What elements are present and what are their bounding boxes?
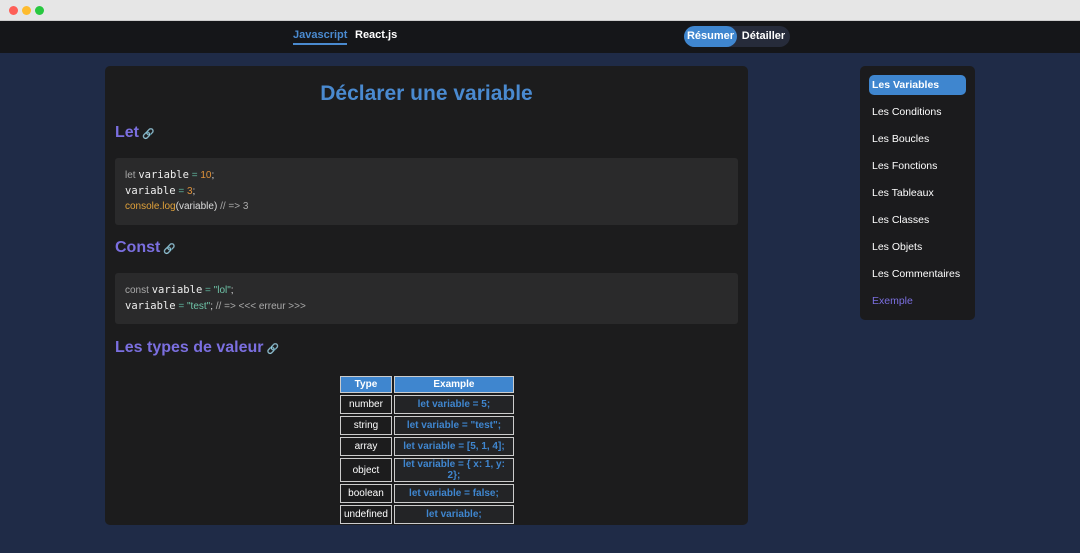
sidebar-item-boucles[interactable]: Les Boucles [869, 129, 966, 149]
code-comment: // => <<< erreur >>> [215, 300, 306, 312]
section-heading-let: Let 🔗 [115, 124, 154, 142]
heading-text: Const [115, 239, 161, 256]
example-cell: let variable = "test"; [393, 416, 514, 435]
code-token: ; [192, 185, 196, 197]
heading-text: Les types de valeur [115, 339, 264, 356]
heading-text: Let [115, 124, 139, 141]
type-cell: string [340, 416, 392, 435]
link-icon[interactable]: 🔗 [267, 344, 279, 355]
column-header: Example [393, 376, 514, 393]
code-token: = [178, 185, 185, 197]
page-title: Déclarer une variable [320, 82, 533, 105]
sidebar-item-classes[interactable]: Les Classes [869, 210, 966, 230]
type-cell: array [340, 437, 392, 456]
code-token: (variable) [175, 201, 218, 212]
table-row: array let variable = [5, 1, 4]; [340, 437, 514, 456]
code-token: ; [211, 170, 215, 181]
code-token: variable [138, 169, 189, 181]
type-cell: boolean [340, 484, 392, 503]
link-icon[interactable]: 🔗 [163, 244, 175, 255]
example-cell: let variable = 5; [393, 395, 514, 414]
close-window-button[interactable] [9, 6, 18, 15]
code-token: console. [125, 201, 163, 212]
maximize-window-button[interactable] [35, 6, 44, 15]
link-icon[interactable]: 🔗 [142, 129, 154, 140]
section-heading-types: Les types de valeur 🔗 [115, 339, 279, 357]
code-token: "lol" [213, 285, 231, 296]
resumer-button[interactable]: Résumer [684, 26, 737, 47]
minimize-window-button[interactable] [22, 6, 31, 15]
detailler-button[interactable]: Détailler [737, 26, 790, 47]
example-cell: let variable = false; [393, 484, 514, 503]
sidebar-item-objets[interactable]: Les Objets [869, 237, 966, 257]
table-row: boolean let variable = false; [340, 484, 514, 503]
code-token: variable [125, 299, 176, 312]
code-token: let [125, 170, 136, 181]
type-cell: object [340, 458, 392, 482]
code-token: log [162, 201, 176, 212]
sidebar-item-variables[interactable]: Les Variables [869, 75, 966, 95]
code-token: = [205, 285, 211, 296]
type-cell: undefined [340, 505, 392, 524]
sidebar-item-fonctions[interactable]: Les Fonctions [869, 156, 966, 176]
window-titlebar [0, 0, 1080, 21]
code-block-let: let variable = 10; variable = 3; console… [115, 158, 738, 225]
table-row: undefined let variable; [340, 505, 514, 524]
code-token: = [178, 300, 185, 312]
table-row: string let variable = "test"; [340, 416, 514, 435]
table-row: number let variable = 5; [340, 395, 514, 414]
sidebar-item-conditions[interactable]: Les Conditions [869, 102, 966, 122]
sidebar-item-exemple[interactable]: Exemple [869, 291, 966, 311]
code-token: = [191, 170, 198, 181]
types-table: Type Example number let variable = 5; stri… [338, 374, 516, 526]
tab-javascript[interactable]: Javascript [293, 29, 348, 45]
view-toggle: Résumer Détailler [684, 26, 790, 47]
example-cell: let variable = [5, 1, 4]; [393, 437, 514, 456]
code-token: const [125, 285, 149, 296]
sidebar-item-commentaires[interactable]: Les Commentaires [869, 264, 966, 284]
top-nav: Javascript React.js Résumer Détailler [0, 21, 1080, 53]
code-block-const: const variable = "lol"; variable = "test… [115, 273, 738, 324]
tab-reactjs[interactable]: React.js [355, 29, 397, 41]
code-token: "test" [186, 300, 211, 312]
sidebar: Les Variables Les Conditions Les Boucles… [860, 66, 975, 320]
sidebar-item-tableaux[interactable]: Les Tableaux [869, 183, 966, 203]
code-token: ; [210, 300, 213, 312]
code-token: 10 [200, 170, 212, 181]
code-comment: // => 3 [220, 201, 249, 212]
table-row: object let variable = { x: 1, y: 2}; [340, 458, 514, 482]
example-cell: let variable = { x: 1, y: 2}; [393, 458, 514, 482]
content-card: Déclarer une variable Let 🔗 let variable … [105, 66, 748, 525]
section-heading-const: Const 🔗 [115, 239, 176, 257]
code-token: ; [230, 285, 234, 296]
column-header: Type [340, 376, 392, 393]
type-cell: number [340, 395, 392, 414]
example-cell: let variable; [393, 505, 514, 524]
code-token: variable [151, 284, 203, 296]
code-token: variable [125, 184, 176, 197]
